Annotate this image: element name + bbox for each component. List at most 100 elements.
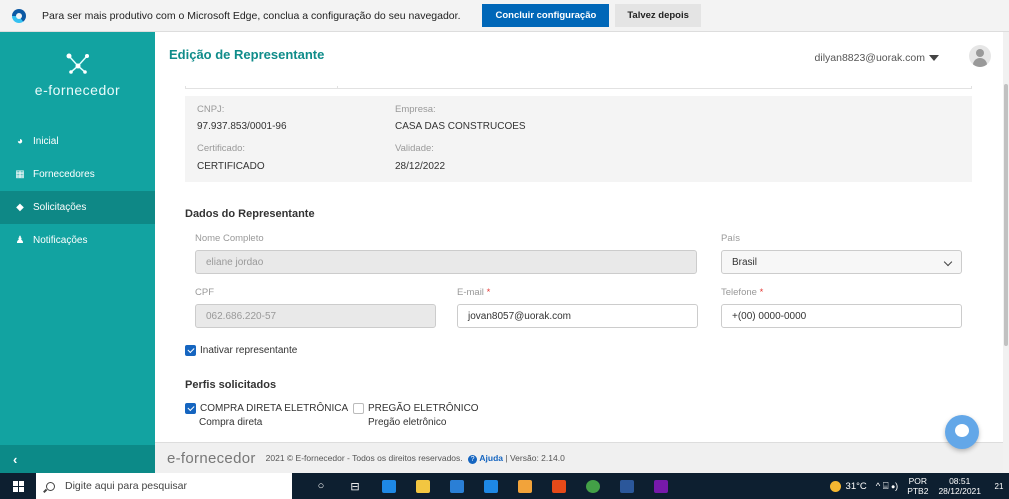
tag-icon: ◆ bbox=[16, 202, 24, 213]
onenote-icon[interactable] bbox=[644, 473, 678, 499]
pais-select[interactable]: Brasil bbox=[721, 250, 962, 274]
notification-center[interactable]: 21 bbox=[989, 480, 1009, 492]
representante-section-title: Dados do Representante bbox=[185, 208, 315, 220]
sidebar-menu: ◕ Inicial ▦ Fornecedores ◆ Solicitações … bbox=[0, 125, 155, 257]
network-logo-icon bbox=[66, 53, 89, 74]
cnpj-value: 97.937.853/0001-96 bbox=[197, 121, 287, 132]
chrome-icon[interactable] bbox=[576, 473, 610, 499]
page-title: Edição de Representante bbox=[169, 47, 325, 62]
company-info-box: CNPJ: 97.937.853/0001-96 Empresa: CASA D… bbox=[185, 96, 972, 182]
word-icon[interactable] bbox=[610, 473, 644, 499]
dashboard-icon: ◕ bbox=[16, 136, 24, 147]
certificado-value: CERTIFICADO bbox=[197, 161, 265, 172]
lang-bottom: PTB2 bbox=[907, 486, 929, 496]
clock[interactable]: 08:51 28/12/2021 bbox=[938, 476, 981, 496]
pais-selected-value: Brasil bbox=[732, 256, 758, 268]
cpf-input[interactable]: 062.686.220-57 bbox=[195, 304, 436, 328]
sidebar-item-notificacoes[interactable]: ♟ Notificações bbox=[0, 224, 155, 257]
sidebar-logo[interactable]: e-fornecedor bbox=[0, 32, 155, 112]
nome-input[interactable]: eliane jordao bbox=[195, 250, 697, 274]
top-header: Edição de Representante dilyan8823@uorak… bbox=[155, 32, 1003, 86]
cnpj-label: CNPJ: bbox=[197, 104, 225, 115]
taskbar-apps: ○ ⊟ bbox=[304, 473, 678, 499]
telefone-label: Telefone * bbox=[721, 287, 764, 298]
windows-taskbar: Digite aqui para pesquisar ○ ⊟ 31°C ^ ⌸ … bbox=[0, 473, 1009, 499]
page-scrollbar[interactable] bbox=[1003, 32, 1009, 473]
sidebar-collapse-button[interactable]: ‹ bbox=[0, 445, 155, 473]
user-email: dilyan8823@uorak.com bbox=[814, 52, 925, 64]
windows-logo-icon bbox=[12, 480, 24, 492]
chevron-left-icon: ‹ bbox=[13, 451, 18, 467]
email-label: E-mail * bbox=[457, 287, 491, 298]
sidebar: e-fornecedor ◕ Inicial ▦ Fornecedores ◆ … bbox=[0, 32, 155, 473]
language-indicator[interactable]: POR PTB2 bbox=[907, 476, 928, 496]
inativar-checkbox[interactable]: Inativar representante bbox=[185, 345, 297, 356]
sidebar-item-fornecedores[interactable]: ▦ Fornecedores bbox=[0, 158, 155, 191]
footer-logo: e-fornecedor bbox=[167, 449, 256, 467]
bell-icon: ♟ bbox=[15, 235, 25, 246]
footer-text: 2021 © E-fornecedor - Todos os direitos … bbox=[266, 453, 565, 464]
paint-icon[interactable] bbox=[508, 473, 542, 499]
sidebar-item-label: Fornecedores bbox=[33, 169, 95, 180]
store-icon[interactable] bbox=[440, 473, 474, 499]
caret-down-icon bbox=[929, 55, 939, 61]
pais-label: País bbox=[721, 233, 741, 244]
required-mark: * bbox=[759, 287, 764, 298]
clock-date: 28/12/2021 bbox=[938, 486, 981, 496]
start-button[interactable] bbox=[0, 480, 36, 492]
weather-icon[interactable] bbox=[829, 480, 841, 492]
help-icon: ? bbox=[468, 454, 478, 464]
avatar[interactable] bbox=[969, 45, 991, 67]
perfil-compra-direta-checkbox[interactable]: COMPRA DIRETA ELETRÔNICA bbox=[185, 403, 348, 414]
sidebar-item-inicial[interactable]: ◕ Inicial bbox=[0, 125, 155, 158]
taskbar-search-placeholder: Digite aqui para pesquisar bbox=[65, 480, 187, 492]
sidebar-item-label: Solicitações bbox=[33, 202, 87, 213]
maybe-later-button[interactable]: Talvez depois bbox=[615, 4, 701, 27]
lang-top: POR bbox=[908, 476, 928, 486]
system-tray: 31°C ^ ⌸ ⦁) POR PTB2 08:51 28/12/2021 21 bbox=[829, 473, 1009, 499]
help-link[interactable]: Ajuda bbox=[479, 453, 503, 463]
validade-label: Validade: bbox=[395, 143, 434, 154]
app-icon[interactable] bbox=[542, 473, 576, 499]
perfil-pregao-checkbox[interactable]: PREGÃO ELETRÔNICO bbox=[353, 403, 479, 414]
mail-icon[interactable] bbox=[474, 473, 508, 499]
sidebar-item-solicitacoes[interactable]: ◆ Solicitações bbox=[0, 191, 155, 224]
tray-icons[interactable]: ^ ⌸ ⦁) bbox=[876, 481, 898, 492]
perfis-section-title: Perfis solicitados bbox=[185, 379, 277, 391]
cortana-icon[interactable]: ○ bbox=[304, 473, 338, 499]
footer-version: | Versão: 2.14.0 bbox=[505, 452, 565, 463]
email-field[interactable]: jovan8057@uorak.com bbox=[457, 304, 698, 328]
inativar-label: Inativar representante bbox=[200, 345, 298, 356]
search-icon bbox=[46, 481, 55, 491]
validade-value: 28/12/2022 bbox=[395, 161, 446, 172]
telefone-field[interactable]: +(00) 0000-0000 bbox=[721, 304, 962, 328]
certificado-label: Certificado: bbox=[197, 143, 246, 154]
cpf-label: CPF bbox=[195, 287, 214, 298]
checkbox-checked-icon bbox=[185, 403, 196, 414]
tab-strip bbox=[185, 86, 972, 89]
taskbar-search[interactable]: Digite aqui para pesquisar bbox=[36, 473, 292, 499]
edge-setup-banner: Para ser mais produtivo com o Microsoft … bbox=[0, 0, 1009, 32]
file-explorer-icon[interactable] bbox=[406, 473, 440, 499]
required-mark: * bbox=[486, 287, 491, 298]
checkbox-unchecked-icon bbox=[353, 403, 364, 414]
main-content: CNPJ: 97.937.853/0001-96 Empresa: CASA D… bbox=[155, 86, 1003, 442]
edge-banner-message: Para ser mais produtivo com o Microsoft … bbox=[42, 9, 461, 22]
sidebar-item-label: Notificações bbox=[33, 235, 88, 246]
edge-icon[interactable] bbox=[372, 473, 406, 499]
chat-button[interactable] bbox=[945, 415, 979, 449]
clock-time: 08:51 bbox=[949, 476, 971, 486]
perfil-sub-label: Compra direta bbox=[199, 417, 263, 428]
perfil-label: COMPRA DIRETA ELETRÔNICA bbox=[200, 403, 349, 414]
task-view-icon[interactable]: ⊟ bbox=[338, 473, 372, 499]
user-menu[interactable]: dilyan8823@uorak.com bbox=[815, 52, 939, 64]
nome-label: Nome Completo bbox=[195, 233, 264, 244]
checkbox-checked-icon bbox=[185, 345, 196, 356]
scrollbar-thumb[interactable] bbox=[1004, 84, 1008, 346]
perfil-sub-label: Pregão eletrônico bbox=[368, 417, 447, 428]
temperature[interactable]: 31°C bbox=[846, 481, 867, 492]
footer-copyright: 2021 © E-fornecedor - Todos os direitos … bbox=[265, 452, 463, 463]
complete-setup-button[interactable]: Concluir configuração bbox=[482, 4, 610, 27]
notification-count: 21 bbox=[994, 482, 1004, 491]
edge-logo-icon bbox=[12, 8, 26, 23]
